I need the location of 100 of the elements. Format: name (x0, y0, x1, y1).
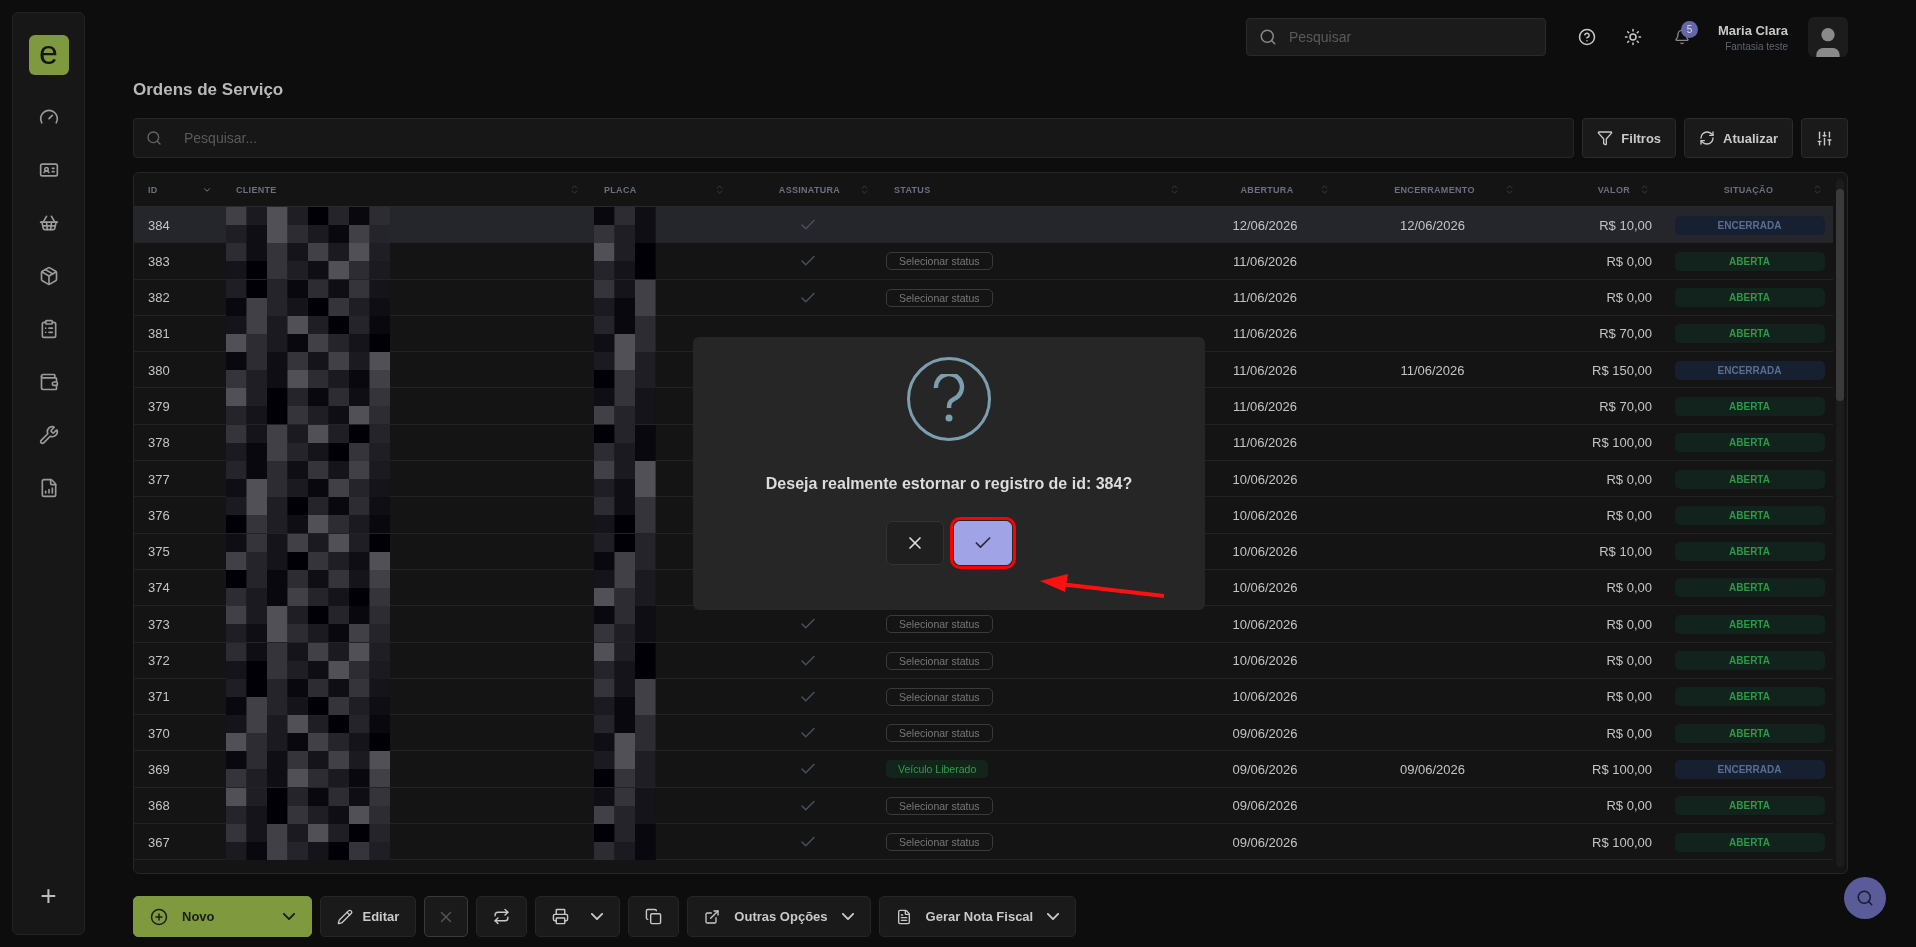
column-header[interactable]: ENCERRAMENTO (1394, 184, 1475, 195)
column-header[interactable]: CLIENTE (236, 184, 277, 195)
redacted-mosaic (594, 606, 656, 643)
column-header[interactable]: ASSINATURA (778, 184, 841, 195)
pencil-icon (336, 908, 353, 925)
status-select[interactable]: Selecionar status (886, 796, 993, 815)
redacted-mosaic (594, 678, 656, 715)
date-cell: 11/06/2026 (1232, 326, 1298, 342)
settings-button[interactable] (1801, 118, 1848, 158)
date-cell: 10/06/2026 (1232, 689, 1298, 705)
redacted-mosaic (594, 352, 656, 389)
redacted-mosaic (594, 569, 656, 606)
filter-button[interactable]: Filtros (1582, 118, 1677, 158)
table-row[interactable]: 367 Selecionar status 09/06/2026 R$ 100,00 ABERTA (134, 824, 1833, 861)
notifications-button[interactable]: 5 (1665, 21, 1698, 53)
situation-tag: ABERTA (1674, 796, 1825, 816)
value-cell: R$ 100,00 (1592, 761, 1652, 777)
search-button[interactable] (1844, 877, 1886, 919)
search-input[interactable]: Pesquisar (1286, 28, 1533, 46)
wrench-icon (38, 425, 59, 445)
date-cell: 10/06/2026 (1232, 616, 1298, 632)
invoice-button[interactable]: Gerar Nota Fiscal (878, 896, 1077, 937)
search-field[interactable]: Pesquisar... (133, 118, 1575, 158)
page-title: Ordens de Serviço (133, 79, 285, 101)
column-header[interactable]: ABERTURA (1240, 184, 1294, 195)
date-cell: 11/06/2026 (1232, 362, 1298, 378)
value-cell: R$ 100,00 (1592, 435, 1652, 451)
redacted-mosaic (594, 824, 656, 861)
redacted-mosaic (594, 497, 656, 534)
id-cell: 374 (148, 580, 170, 596)
avatar[interactable] (1808, 17, 1848, 57)
column-header[interactable]: PLACA (604, 184, 637, 195)
value-cell: R$ 0,00 (1606, 725, 1652, 741)
date-cell: 11/06/2026 (1232, 399, 1298, 414)
status-select[interactable]: Selecionar status (886, 687, 993, 706)
table-row[interactable]: 368 Selecionar status 09/06/2026 R$ 0,00 ABERTA (134, 787, 1833, 825)
chevron-down-icon (841, 913, 854, 920)
copy-button[interactable] (628, 896, 680, 937)
sun-icon (1623, 28, 1642, 46)
column-header[interactable]: STATUS (894, 184, 931, 195)
date-cell: 09/06/2026 (1399, 761, 1466, 777)
table-row[interactable]: 370 Selecionar status 09/06/2026 R$ 0,00 ABERTA (134, 715, 1833, 752)
redacted-mosaic (594, 533, 656, 570)
search-field[interactable]: Pesquisar (1245, 18, 1546, 56)
status-select[interactable]: Selecionar status (886, 724, 993, 743)
situation-tag: ABERTA (1674, 251, 1825, 271)
table-row[interactable]: 384 12/06/2026 12/06/2026 R$ 10,00 ENCERRADA (134, 207, 1833, 244)
status-select[interactable]: Selecionar status (886, 651, 993, 670)
scrollbar[interactable] (1836, 179, 1844, 867)
print-button[interactable] (535, 896, 621, 937)
plus-circle-icon (150, 907, 168, 926)
table-row[interactable]: 383 Selecionar status 11/06/2026 R$ 0,00 ABERTA (134, 243, 1833, 280)
external-link-icon (704, 908, 721, 925)
edit-button[interactable]: Editar (319, 896, 417, 937)
situation-tag: ABERTA (1674, 469, 1825, 489)
chevron-down-icon (591, 913, 604, 920)
value-cell: R$ 0,00 (1606, 580, 1652, 596)
redacted-mosaic (594, 279, 656, 316)
value-cell: R$ 150,00 (1592, 362, 1652, 378)
status-select[interactable]: Selecionar status (886, 288, 993, 307)
date-cell: 11/06/2026 (1232, 435, 1298, 451)
redacted-mosaic (594, 424, 656, 461)
add-button[interactable]: + (34, 882, 63, 910)
swap-button[interactable] (476, 896, 528, 937)
redacted-mosaic (594, 315, 656, 352)
situation-tag: ABERTA (1674, 324, 1825, 344)
table-row[interactable]: 371 Selecionar status 10/06/2026 R$ 0,00 ABERTA (134, 678, 1833, 716)
new-button[interactable]: Novo (133, 896, 312, 937)
situation-tag: ABERTA (1674, 723, 1825, 743)
status-select[interactable]: Selecionar status (886, 615, 993, 634)
status-select[interactable]: Selecionar status (886, 252, 993, 271)
table-row[interactable]: 369 Veículo Liberado 09/06/2026 09/06/2026 R$ 100,00 ENCERRADA (134, 751, 1833, 788)
more-options-button[interactable]: Outras Opções (687, 896, 871, 937)
status-select[interactable]: Selecionar status (886, 833, 993, 852)
table-row[interactable]: 382 Selecionar status 11/06/2026 R$ 0,00 ABERTA (134, 279, 1833, 316)
column-header[interactable]: VALOR (1597, 184, 1630, 195)
redacted-mosaic (594, 751, 656, 788)
column-header[interactable]: ID (148, 184, 158, 195)
column-header[interactable]: SITUAÇÃO (1723, 184, 1774, 195)
redacted-mosaic (594, 715, 656, 752)
situation-tag: ABERTA (1674, 651, 1825, 671)
filter-icon (1597, 130, 1614, 146)
cancel-button[interactable] (886, 521, 944, 565)
date-cell: 10/06/2026 (1232, 507, 1298, 523)
redacted-mosaic (594, 388, 656, 425)
situation-tag: ABERTA (1674, 614, 1825, 634)
app-logo[interactable]: e (28, 35, 69, 75)
company-name: Fantasia teste (1725, 40, 1788, 52)
table-row[interactable]: 372 Selecionar status 10/06/2026 R$ 0,00 ABERTA (134, 642, 1833, 679)
date-cell: 10/06/2026 (1232, 580, 1298, 596)
id-cell: 377 (148, 471, 170, 487)
refresh-button[interactable]: Atualizar (1684, 118, 1793, 158)
situation-tag: ENCERRADA (1674, 759, 1825, 779)
id-cell: 368 (148, 798, 170, 814)
search-input[interactable]: Pesquisar... (182, 129, 1562, 147)
id-cell: 370 (148, 725, 170, 741)
situation-tag: ABERTA (1674, 433, 1825, 453)
date-cell: 09/06/2026 (1232, 834, 1298, 850)
bag-icon (38, 372, 59, 392)
value-cell: R$ 0,00 (1606, 253, 1652, 269)
